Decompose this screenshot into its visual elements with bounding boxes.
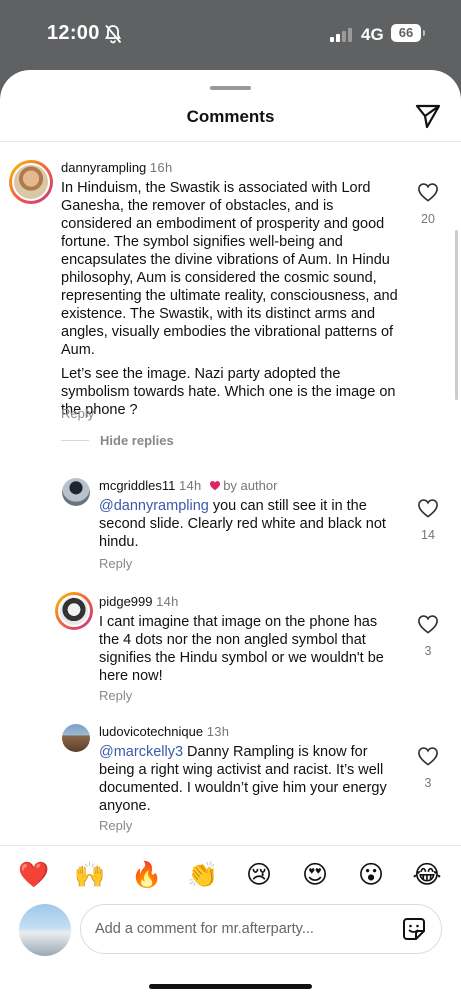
home-indicator[interactable] [149,984,312,989]
comment-header: mcgriddles11 14h by author [99,478,277,493]
comment-item: pidge999 14h I cant imagine that image o… [0,592,461,712]
comment-item: dannyrampling 16h In Hinduism, the Swast… [0,158,461,458]
comment-paragraph: In Hinduism, the Swastik is associated w… [61,180,398,358]
comment-body: I cant imagine that image on the phone h… [99,614,384,684]
reply-button[interactable]: Reply [99,818,132,833]
comment-text: @dannyrampling you can still see it in t… [99,497,394,551]
author-liked-badge: by author [205,478,277,493]
avatar[interactable] [62,478,90,506]
avatar[interactable] [9,160,53,204]
heart-outline-icon[interactable] [417,614,439,634]
comment-text: In Hinduism, the Swastik is associated w… [61,179,406,419]
reply-button[interactable]: Reply [99,688,132,703]
bell-slash-icon [104,24,122,44]
emoji-clapping[interactable]: 👏 [186,860,220,890]
comment-header: dannyrampling 16h [61,160,173,175]
sheet-grabber[interactable] [210,86,251,90]
header-divider [0,141,461,142]
username[interactable]: dannyrampling [61,160,146,175]
username[interactable]: pidge999 [99,594,153,609]
comment-text: @marckelly3 Danny Rampling is know for b… [99,743,394,815]
author-tag: by author [223,478,278,493]
scrollbar[interactable] [455,230,458,400]
comment-input[interactable] [95,917,375,941]
emoji-surprised[interactable]: 😮 [354,860,388,889]
network-type: 4G [361,25,384,44]
mention-link[interactable]: @dannyrampling [99,498,209,514]
status-time: 12:00 [47,22,100,44]
heart-outline-icon[interactable] [417,746,439,766]
mention-link[interactable]: @marckelly3 [99,744,183,760]
heart-outline-icon[interactable] [417,498,439,518]
emoji-fire[interactable]: 🔥 [130,860,164,890]
username[interactable]: mcgriddles11 [99,478,175,493]
signal-icon [330,26,354,42]
sticker-icon[interactable] [401,916,427,942]
comment-item: mcgriddles11 14h by author @dannyramplin… [0,476,461,586]
status-bar: 12:00 4G 66 [0,0,461,68]
avatar[interactable] [62,724,90,752]
battery-icon: 66 [391,24,425,42]
like-count: 14 [421,528,435,542]
like-count: 3 [424,776,432,790]
comment-text: I cant imagine that image on the phone h… [99,613,399,685]
comment-time: 13h [206,724,230,739]
emoji-heart-eyes[interactable]: 😍 [298,860,332,889]
like-count: 3 [424,644,432,658]
emoji-bar: ❤️ 🙌 🔥 👏 😢 😍 😮 😂 [0,845,461,901]
emoji-heart[interactable]: ❤️ [17,860,51,890]
my-avatar [19,904,71,956]
reply-button[interactable]: Reply [61,406,94,421]
comment-time: 14h [156,594,179,609]
comment-composer [80,904,442,954]
share-send-icon[interactable] [414,102,442,130]
comment-time: 16h [149,160,173,175]
emoji-raised-hands[interactable]: 🙌 [73,860,107,890]
comment-header: ludovicotechnique 13h [99,724,229,739]
like-count: 20 [421,212,435,226]
emoji-crying[interactable]: 😢 [242,860,276,889]
hide-replies-line [61,440,89,441]
username[interactable]: ludovicotechnique [99,724,203,739]
avatar[interactable] [55,592,93,630]
comment-item: ludovicotechnique 13h @marckelly3 Danny … [0,722,461,842]
comments-sheet: Comments dannyrampling 16h In Hinduism, … [0,70,461,1000]
red-heart-icon [210,481,221,491]
reply-button[interactable]: Reply [99,556,132,571]
emoji-laughing[interactable]: 😂 [410,860,444,889]
comment-time: 14h [178,478,202,493]
sheet-title: Comments [186,107,275,126]
comment-paragraph: Let’s see the image. Nazi party adopted … [61,366,396,418]
heart-outline-icon[interactable] [417,182,439,202]
hide-replies-button[interactable]: Hide replies [100,433,174,448]
comment-header: pidge999 14h [99,594,179,609]
